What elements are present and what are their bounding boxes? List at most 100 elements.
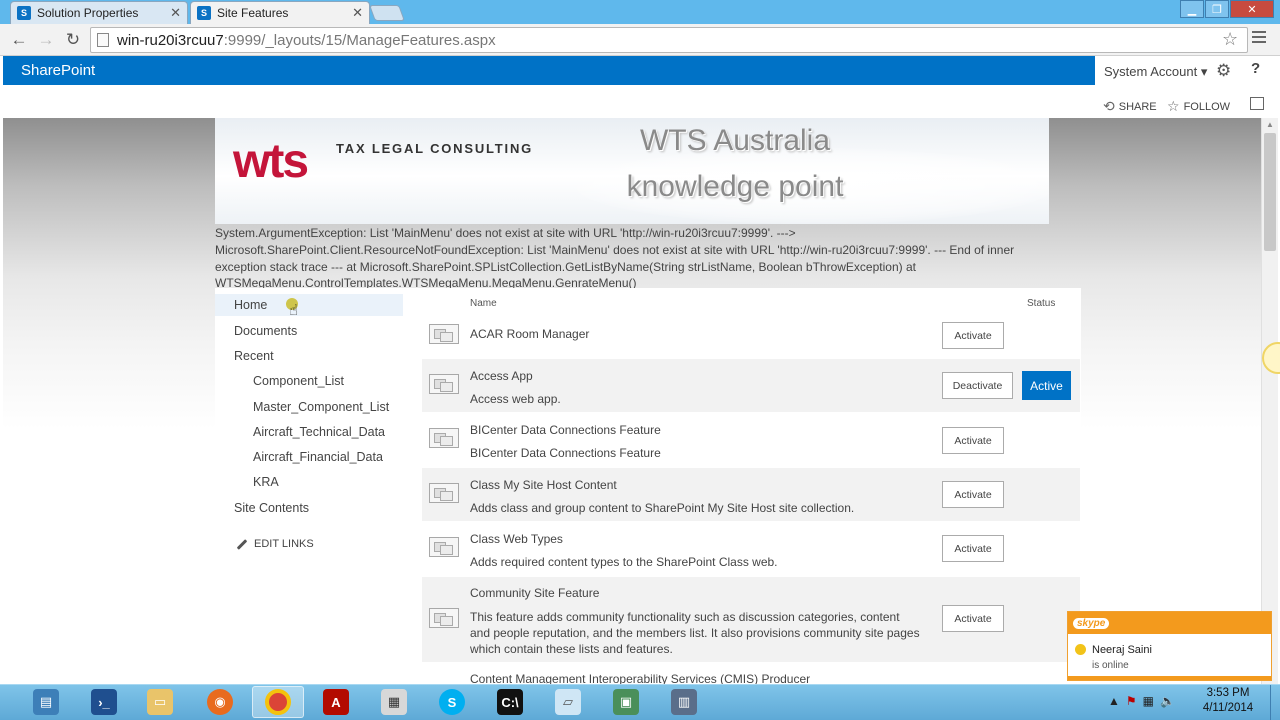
deactivate-button[interactable]: Deactivate <box>942 372 1013 399</box>
gear-icon[interactable]: ⚙ <box>1216 61 1231 81</box>
forward-arrow-icon[interactable]: → <box>35 30 57 50</box>
scroll-up-arrow-icon[interactable]: ▲ <box>1266 120 1274 129</box>
browser-menu-icon[interactable] <box>1252 31 1266 45</box>
chrome-icon[interactable] <box>252 686 304 718</box>
feature-title: Class My Site Host Content <box>470 478 617 492</box>
follow-button[interactable]: ☆ FOLLOW <box>1167 98 1230 115</box>
scroll-thumb[interactable] <box>1264 133 1276 251</box>
banner-tagline: TAX LEGAL CONSULTING <box>336 141 534 156</box>
nav-documents[interactable]: Documents <box>234 320 297 342</box>
nav-recent-item[interactable]: KRA <box>253 471 279 493</box>
tab-label: Site Features <box>217 6 289 20</box>
tab-site-features[interactable]: S Site Features ✕ <box>190 1 370 24</box>
nav-site-contents[interactable]: Site Contents <box>234 497 309 519</box>
sharepoint-favicon-icon: S <box>197 6 211 20</box>
sharepoint-suitebar: SharePoint <box>3 56 1095 85</box>
edit-links-label: EDIT LINKS <box>254 538 314 550</box>
video-app-icon[interactable]: ▥ <box>658 686 710 718</box>
banner-title-line2: knowledge point <box>626 170 844 203</box>
firefox-icon[interactable]: ◉ <box>194 686 246 718</box>
tray-expand-icon[interactable]: ▲ <box>1108 694 1120 708</box>
system-tray: ▲ ⚑ ▦ 🔈 <box>1108 694 1175 708</box>
skype-footer-bar <box>1068 676 1271 680</box>
bookmark-star-icon[interactable]: ☆ <box>1222 29 1238 50</box>
url-host: win-ru20i3rcuu7 <box>117 31 224 49</box>
page-icon <box>97 33 109 47</box>
file-explorer-icon[interactable]: ▭ <box>134 686 186 718</box>
nav-recent-item[interactable]: Aircraft_Financial_Data <box>253 446 383 468</box>
close-tab-icon[interactable]: ✕ <box>170 5 181 21</box>
feature-row: ACAR Room Manager Activate <box>422 313 1080 357</box>
feature-description: Access web app. <box>470 392 561 406</box>
sharepoint-brand-link[interactable]: SharePoint <box>21 62 95 79</box>
banner-title: WTS Australia knowledge point <box>575 118 895 210</box>
tab-solution-properties[interactable]: S Solution Properties ✕ <box>10 1 188 24</box>
volume-icon[interactable]: 🔈 <box>1160 694 1175 708</box>
help-button[interactable]: ? <box>1251 60 1260 77</box>
maximize-button[interactable]: ❐ <box>1205 0 1229 18</box>
banner-title-line1: WTS Australia <box>639 124 831 157</box>
feature-icon <box>429 324 459 344</box>
browser-tabstrip: S Solution Properties ✕ S Site Features … <box>0 0 1280 24</box>
edit-links-button[interactable]: EDIT LINKS <box>236 538 314 550</box>
taskbar-clock[interactable]: 3:53 PM 4/11/2014 <box>1196 686 1260 716</box>
back-arrow-icon[interactable]: ← <box>8 30 30 50</box>
powershell-icon[interactable]: ›_ <box>78 686 130 718</box>
share-button[interactable]: ⟲ SHARE <box>1103 98 1157 115</box>
network-icon[interactable]: ▦ <box>1143 694 1154 708</box>
address-bar[interactable]: win-ru20i3rcuu7:9999/_layouts/15/ManageF… <box>90 27 1248 53</box>
feature-title: ACAR Room Manager <box>470 327 590 341</box>
new-tab-button[interactable] <box>369 5 405 21</box>
nav-recent-item[interactable]: Aircraft_Technical_Data <box>253 421 385 443</box>
adobe-reader-icon[interactable]: A <box>310 686 362 718</box>
minimize-button[interactable]: ▁ <box>1180 0 1204 18</box>
monitor-glyph: ▣ <box>613 689 639 715</box>
star-icon: ☆ <box>1167 98 1180 114</box>
feature-icon <box>429 608 459 628</box>
feature-row: Class My Site Host Content Adds class an… <box>422 468 1080 521</box>
activate-button[interactable]: Activate <box>942 322 1004 349</box>
sharepoint-favicon-icon: S <box>17 6 31 20</box>
wts-logo[interactable]: wts <box>233 134 309 189</box>
status-badge-active: Active <box>1022 371 1071 400</box>
feature-title: Access App <box>470 369 533 383</box>
nav-recent-item[interactable]: Component_List <box>253 370 344 392</box>
nav-recent[interactable]: Recent <box>234 345 274 367</box>
feature-row: Class Web Types Adds required content ty… <box>422 522 1080 575</box>
server-manager-icon[interactable]: ▤ <box>20 686 72 718</box>
feature-title: Class Web Types <box>470 532 563 546</box>
feature-icon <box>429 428 459 448</box>
sql-tool-icon[interactable]: ▦ <box>368 686 420 718</box>
notepad-icon[interactable]: ▱ <box>542 686 594 718</box>
focus-content-icon[interactable] <box>1250 97 1264 110</box>
activate-button[interactable]: Activate <box>942 481 1004 508</box>
vertical-scrollbar[interactable]: ▲ <box>1261 118 1278 684</box>
reload-icon[interactable]: ↻ <box>62 30 84 50</box>
remote-desktop-icon[interactable]: ▣ <box>600 686 652 718</box>
feature-row: Community Site Feature This feature adds… <box>422 577 1080 662</box>
skype-contact-name: Neeraj Saini <box>1092 644 1152 656</box>
feature-description: Adds required content types to the Share… <box>470 555 778 569</box>
show-desktop-button[interactable] <box>1270 685 1280 720</box>
activate-button[interactable]: Activate <box>942 535 1004 562</box>
command-prompt-icon[interactable]: C:\ <box>484 686 536 718</box>
nav-recent-item[interactable]: Master_Component_List <box>253 396 389 418</box>
close-window-button[interactable]: ✕ <box>1230 0 1274 18</box>
nav-home[interactable]: Home <box>215 294 403 316</box>
clock-time: 3:53 PM <box>1206 687 1250 699</box>
server-manager-glyph: ▤ <box>33 689 59 715</box>
error-message: System.ArgumentException: List 'MainMenu… <box>215 226 1015 291</box>
feature-title: Content Management Interoperability Serv… <box>470 672 811 684</box>
activate-button[interactable]: Activate <box>942 605 1004 632</box>
skype-logo: skype <box>1073 617 1110 629</box>
skype-notification[interactable]: skype Neeraj Saini is online <box>1067 611 1272 681</box>
tab-label: Solution Properties <box>37 6 139 20</box>
firefox-glyph: ◉ <box>207 689 233 715</box>
site-banner: wts TAX LEGAL CONSULTING WTS Australia k… <box>215 118 1049 224</box>
close-tab-icon[interactable]: ✕ <box>352 5 363 21</box>
system-account-menu[interactable]: System Account ▾ <box>1104 64 1207 80</box>
action-center-icon[interactable]: ⚑ <box>1126 694 1137 708</box>
film-glyph: ▥ <box>671 689 697 715</box>
activate-button[interactable]: Activate <box>942 427 1004 454</box>
skype-taskbar-icon[interactable]: S <box>426 686 478 718</box>
